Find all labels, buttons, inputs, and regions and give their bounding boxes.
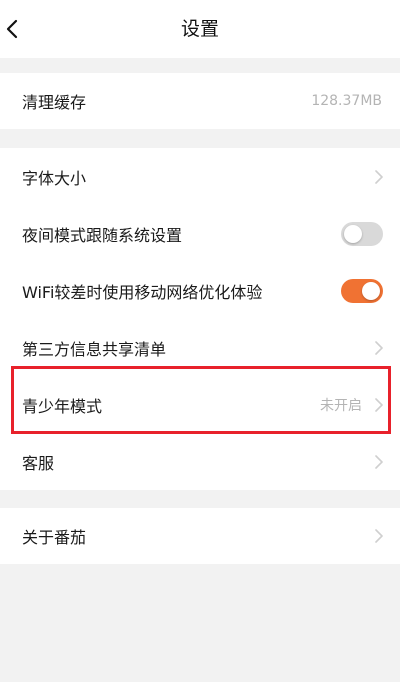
top-bar: 设置 xyxy=(0,0,400,58)
teen-mode-row[interactable]: 青少年模式 未开启 xyxy=(0,376,400,433)
font-size-label: 字体大小 xyxy=(22,168,87,188)
about-row[interactable]: 关于番茄 xyxy=(0,508,400,564)
clear-cache-row[interactable]: 清理缓存 128.37MB xyxy=(0,73,400,129)
toggle-knob xyxy=(362,281,380,300)
wifi-optimize-toggle[interactable] xyxy=(341,278,383,303)
wifi-optimize-row: WiFi较差时使用移动网络优化体验 xyxy=(0,262,400,319)
teen-mode-status: 未开启 xyxy=(320,397,362,414)
chevron-right-icon xyxy=(374,528,384,544)
third-party-info-label: 第三方信息共享清单 xyxy=(22,339,167,359)
about-section: 关于番茄 xyxy=(0,508,400,564)
third-party-info-row[interactable]: 第三方信息共享清单 xyxy=(0,319,400,376)
night-mode-label: 夜间模式跟随系统设置 xyxy=(22,225,183,245)
toggle-knob xyxy=(344,224,362,243)
night-mode-row: 夜间模式跟随系统设置 xyxy=(0,205,400,262)
cache-section: 清理缓存 128.37MB xyxy=(0,73,400,129)
wifi-optimize-label: WiFi较差时使用移动网络优化体验 xyxy=(22,282,263,302)
clear-cache-label: 清理缓存 xyxy=(22,93,87,112)
customer-service-label: 客服 xyxy=(22,453,55,473)
night-mode-toggle[interactable] xyxy=(341,221,383,246)
chevron-right-icon xyxy=(374,454,384,470)
font-size-row[interactable]: 字体大小 xyxy=(0,148,400,205)
cache-size-value: 128.37MB xyxy=(311,93,382,109)
customer-service-row[interactable]: 客服 xyxy=(0,433,400,490)
settings-section: 字体大小 夜间模式跟随系统设置 WiFi较差时使用移动网络优化体验 第三方信息共… xyxy=(0,148,400,490)
chevron-right-icon xyxy=(374,340,384,356)
page-title: 设置 xyxy=(180,18,219,40)
teen-mode-label: 青少年模式 xyxy=(22,396,103,416)
chevron-right-icon xyxy=(374,397,384,413)
about-label: 关于番茄 xyxy=(22,528,87,547)
chevron-right-icon xyxy=(374,169,384,185)
